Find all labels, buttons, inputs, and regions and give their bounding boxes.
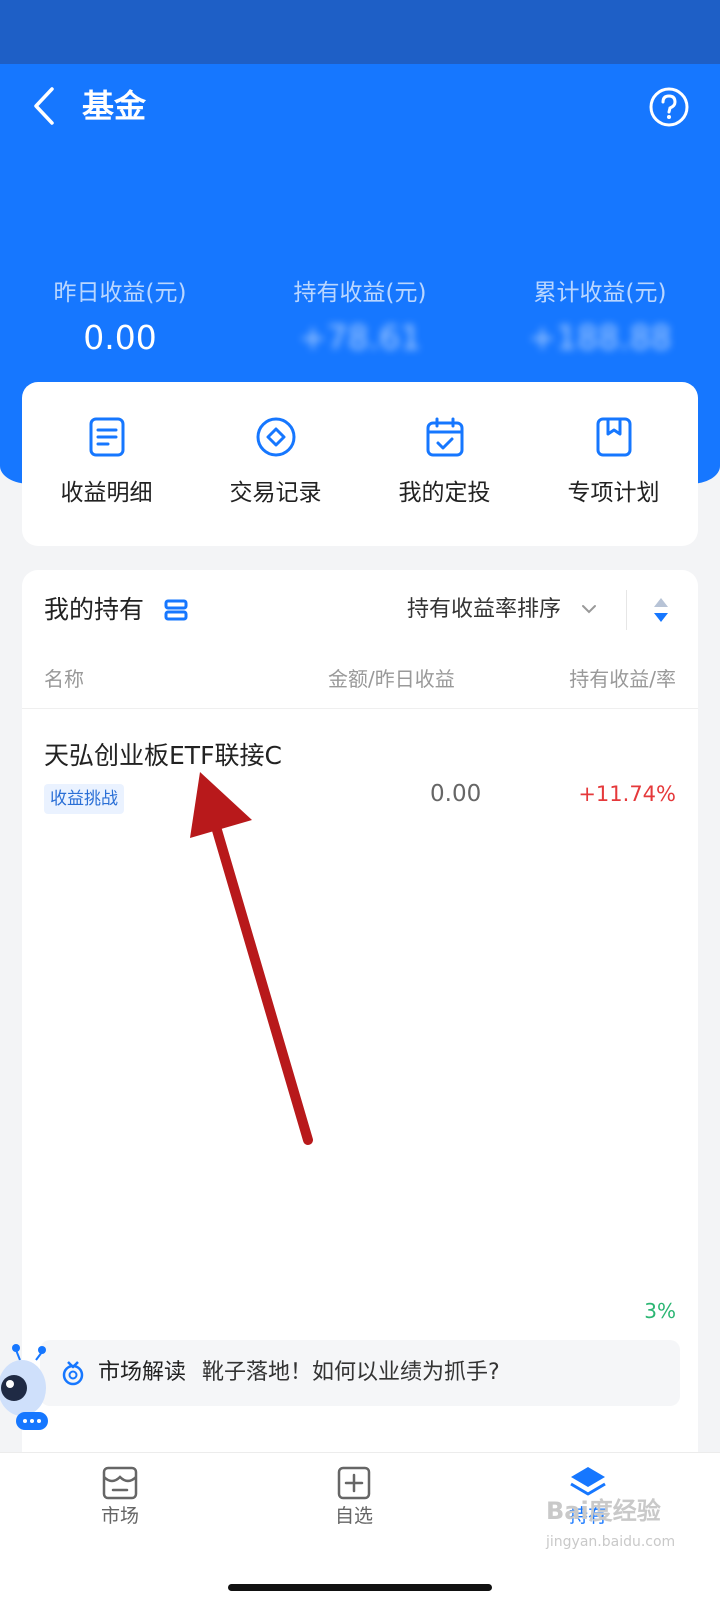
market-icon bbox=[102, 1466, 138, 1500]
fund-holdings-screen: 基金 昨日收益(元) 0.00 持有收益(元) +78.61 累计收益(元) +… bbox=[0, 0, 720, 1600]
bookmark-icon bbox=[596, 417, 631, 457]
tab-watchlist[interactable]: 自选 bbox=[294, 1465, 414, 1529]
back-button[interactable] bbox=[24, 84, 64, 128]
quick-action-label: 我的定投 bbox=[398, 480, 491, 506]
diamond-circle-icon bbox=[256, 417, 295, 457]
summary-label: 累计收益(元) bbox=[533, 280, 667, 306]
market-news-bar[interactable]: 市场解读 靴子落地！如何以业绩为抓手? bbox=[40, 1340, 680, 1406]
news-tag: 市场解读 bbox=[98, 1360, 187, 1385]
summary-value: +188.88 bbox=[528, 318, 672, 357]
holdings-card: 我的持有 持有收益率排序 名称 金额/昨日收益 持有收益/率 天弘创业板ETF联… bbox=[22, 570, 698, 1476]
summary-label: 持有收益(元) bbox=[293, 280, 427, 306]
add-watchlist-icon bbox=[337, 1466, 371, 1500]
holdings-title: 我的持有 bbox=[44, 595, 145, 624]
page-title: 基金 bbox=[82, 87, 147, 125]
medal-icon bbox=[62, 1361, 84, 1386]
quick-action-label: 交易记录 bbox=[229, 480, 322, 506]
trade-record-button[interactable]: 交易记录 bbox=[191, 416, 360, 508]
profit-summary: 昨日收益(元) 0.00 持有收益(元) +78.61 累计收益(元) +188… bbox=[0, 276, 720, 357]
quick-actions: 收益明细 交易记录 我的定投 专项计划 bbox=[22, 382, 698, 546]
column-header-amount: 金额/昨日收益 bbox=[328, 667, 455, 691]
holding-profit[interactable]: 持有收益(元) +78.61 bbox=[240, 276, 480, 362]
help-icon bbox=[649, 87, 689, 127]
tab-market[interactable]: 市场 bbox=[60, 1465, 180, 1529]
sort-order-icon[interactable] bbox=[652, 596, 670, 624]
column-header-name: 名称 bbox=[44, 667, 84, 691]
yesterday-profit[interactable]: 昨日收益(元) 0.00 bbox=[0, 276, 240, 362]
summary-value: +78.61 bbox=[298, 318, 422, 357]
news-headline: 靴子落地！如何以业绩为抓手? bbox=[202, 1360, 500, 1385]
home-indicator[interactable] bbox=[228, 1584, 492, 1591]
divider bbox=[22, 708, 698, 709]
profit-detail-button[interactable]: 收益明细 bbox=[22, 416, 191, 508]
annotation-arrow bbox=[190, 772, 313, 1145]
column-header-profit: 持有收益/率 bbox=[569, 667, 676, 691]
sort-dropdown[interactable]: 持有收益率排序 bbox=[407, 594, 561, 626]
watermark-brand: Bai度经验 bbox=[546, 1497, 661, 1525]
watermark-url: jingyan.baidu.com bbox=[546, 1534, 676, 1550]
back-arrow-icon bbox=[34, 87, 54, 125]
quick-action-label: 专项计划 bbox=[567, 480, 660, 506]
tab-label: 市场 bbox=[100, 1505, 139, 1527]
mascot-assistant[interactable] bbox=[0, 1340, 58, 1436]
quick-action-label: 收益明细 bbox=[60, 480, 153, 506]
special-plan-button[interactable]: 专项计划 bbox=[529, 416, 698, 508]
document-icon bbox=[89, 417, 124, 457]
summary-value: 0.00 bbox=[83, 318, 157, 357]
my-auto-invest-button[interactable]: 我的定投 bbox=[360, 416, 529, 508]
fund-profit-rate: +11.74% bbox=[578, 782, 676, 806]
fund-tag: 收益挑战 bbox=[44, 784, 124, 814]
summary-label: 昨日收益(元) bbox=[53, 280, 187, 306]
status-bar bbox=[0, 0, 720, 64]
calendar-check-icon bbox=[426, 417, 463, 457]
fund-amount: 0.00 bbox=[430, 781, 482, 807]
chevron-down-icon bbox=[582, 605, 596, 614]
total-profit[interactable]: 累计收益(元) +188.88 bbox=[480, 276, 720, 362]
list-toggle-icon[interactable] bbox=[164, 598, 188, 622]
partial-row-rate: 3% bbox=[644, 1299, 676, 1323]
help-button[interactable] bbox=[648, 86, 690, 128]
tab-label: 自选 bbox=[334, 1505, 373, 1527]
divider bbox=[626, 590, 627, 630]
